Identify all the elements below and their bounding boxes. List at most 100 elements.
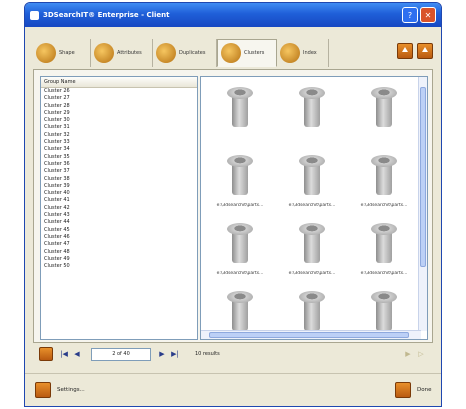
collapse-button[interactable] — [397, 43, 413, 59]
title-bar: 3DSearchIT® Enterprise - Client ? ✕ — [25, 3, 441, 27]
list-item[interactable]: Cluster 33 — [41, 139, 197, 146]
clusters-panel: Group Name Cluster 26 Cluster 27 Cluster 2… — [33, 69, 433, 343]
list-item[interactable]: Cluster 48 — [41, 249, 197, 256]
result-caption: e:\3dsearchit\parts... — [216, 271, 264, 276]
result-thumbnail[interactable]: e:\3dsearchit\parts... — [205, 151, 275, 219]
result-caption: e:\3dsearchit\parts... — [349, 339, 419, 340]
last-page-button[interactable]: ▶| — [170, 349, 180, 359]
result-thumbnail[interactable]: e:\3dsearchit\parts... — [277, 219, 347, 287]
list-item[interactable]: Cluster 47 — [41, 241, 197, 248]
list-item[interactable]: Cluster 31 — [41, 124, 197, 131]
result-caption: e:\3dsearchit\parts... — [216, 203, 264, 208]
shape-icon — [36, 43, 56, 63]
result-thumbnail[interactable]: e:\3dsearchit\parts... — [349, 219, 419, 287]
result-thumbnail[interactable]: e:\3dsearchit\parts... — [205, 219, 275, 287]
list-item[interactable]: Cluster 43 — [41, 212, 197, 219]
part-thumbnail-icon — [227, 223, 253, 267]
tab-shape[interactable]: Shape — [33, 39, 91, 67]
tab-label: Duplicates — [179, 50, 206, 56]
part-thumbnail-icon — [227, 87, 253, 131]
part-head — [227, 155, 253, 167]
horizontal-scrollbar[interactable] — [201, 330, 421, 339]
list-item[interactable]: Cluster 28 — [41, 103, 197, 110]
part-thumbnail-icon — [371, 87, 397, 131]
index-icon — [280, 43, 300, 63]
result-thumbnail[interactable] — [205, 83, 275, 151]
list-item[interactable]: Cluster 29 — [41, 110, 197, 117]
list-item[interactable]: Cluster 26 — [41, 88, 197, 95]
part-head — [371, 155, 397, 167]
tab-label: Clusters — [244, 50, 265, 56]
list-item[interactable]: Cluster 30 — [41, 117, 197, 124]
list-item[interactable]: Cluster 44 — [41, 219, 197, 226]
app-icon — [30, 10, 39, 20]
list-item[interactable]: Cluster 41 — [41, 197, 197, 204]
list-item[interactable]: Cluster 40 — [41, 190, 197, 197]
results-grid: e:\3dsearchit\parts... e:\3dsearchit\part… — [200, 76, 428, 340]
prev-page-button[interactable]: ◀ — [72, 349, 82, 359]
tab-index[interactable]: Index — [277, 39, 329, 67]
part-thumbnail-icon — [299, 291, 325, 335]
part-head — [299, 155, 325, 167]
list-item[interactable]: Cluster 45 — [41, 227, 197, 234]
tab-duplicates[interactable]: Duplicates — [153, 39, 217, 67]
first-page-button[interactable]: |◀ — [59, 349, 69, 359]
result-thumbnail[interactable] — [277, 83, 347, 151]
result-thumbnail[interactable] — [349, 83, 419, 151]
part-head — [227, 223, 253, 235]
horizontal-scroll-thumb[interactable] — [209, 332, 409, 338]
part-head — [299, 223, 325, 235]
vertical-scroll-thumb[interactable] — [420, 87, 426, 267]
part-thumbnail-icon — [299, 223, 325, 267]
tab-attributes[interactable]: Attributes — [91, 39, 153, 67]
result-caption: e:\3dsearchit\parts... — [277, 339, 347, 340]
list-item[interactable]: Cluster 27 — [41, 95, 197, 102]
part-thumbnail-icon — [371, 291, 397, 335]
duplicates-icon — [156, 43, 176, 63]
attributes-icon — [94, 43, 114, 63]
list-item[interactable]: Cluster 32 — [41, 132, 197, 139]
part-thumbnail-icon — [299, 155, 325, 199]
done-button[interactable]: Done — [395, 382, 431, 398]
pagination-bar: |◀ ◀ 2 of 40 ▶ ▶| 10 results ▶ ▷ — [39, 346, 429, 362]
list-item[interactable]: Cluster 46 — [41, 234, 197, 241]
list-item[interactable]: Cluster 38 — [41, 176, 197, 183]
fast-forward-icon[interactable]: ▷ — [416, 349, 426, 359]
group-list[interactable]: Group Name Cluster 26 Cluster 27 Cluster 2… — [40, 76, 198, 340]
list-item[interactable]: Cluster 50 — [41, 263, 197, 270]
list-item[interactable]: Cluster 42 — [41, 205, 197, 212]
list-item[interactable]: Cluster 37 — [41, 168, 197, 175]
list-item[interactable]: Cluster 39 — [41, 183, 197, 190]
forward-icon[interactable]: ▶ — [403, 349, 413, 359]
part-head — [299, 87, 325, 99]
group-name-header[interactable]: Group Name — [41, 77, 197, 88]
list-item[interactable]: Cluster 35 — [41, 154, 197, 161]
part-thumbnail-icon — [371, 223, 397, 267]
help-button[interactable]: ? — [402, 7, 418, 23]
list-item[interactable]: Cluster 34 — [41, 146, 197, 153]
expand-button[interactable] — [417, 43, 433, 59]
list-item[interactable]: Cluster 49 — [41, 256, 197, 263]
part-thumbnail-icon — [371, 155, 397, 199]
window-title: 3DSearchIT® Enterprise - Client — [43, 11, 170, 19]
part-thumbnail-icon — [227, 155, 253, 199]
result-caption: e:\3dsearchit\parts... — [360, 203, 408, 208]
part-head — [371, 87, 397, 99]
list-item[interactable]: Cluster 36 — [41, 161, 197, 168]
result-caption: e:\3dsearchit\parts... — [288, 203, 336, 208]
page-indicator[interactable]: 2 of 40 — [91, 347, 151, 361]
export-button[interactable] — [39, 347, 53, 361]
close-button[interactable]: ✕ — [420, 7, 436, 23]
tab-bar: Shape Attributes Duplicates Clusters Ind… — [33, 39, 433, 69]
next-page-button[interactable]: ▶ — [157, 349, 167, 359]
vertical-scrollbar[interactable] — [418, 77, 427, 331]
result-caption: e:\3dsearchit\parts... — [205, 339, 275, 340]
settings-label: Settings... — [57, 387, 85, 393]
settings-button[interactable]: Settings... — [35, 382, 85, 398]
part-head — [371, 223, 397, 235]
tab-clusters[interactable]: Clusters — [217, 39, 277, 67]
part-thumbnail-icon — [299, 87, 325, 131]
result-thumbnail[interactable]: e:\3dsearchit\parts... — [277, 151, 347, 219]
result-thumbnail[interactable]: e:\3dsearchit\parts... — [349, 151, 419, 219]
app-window: 3DSearchIT® Enterprise - Client ? ✕ Shap… — [24, 2, 442, 407]
